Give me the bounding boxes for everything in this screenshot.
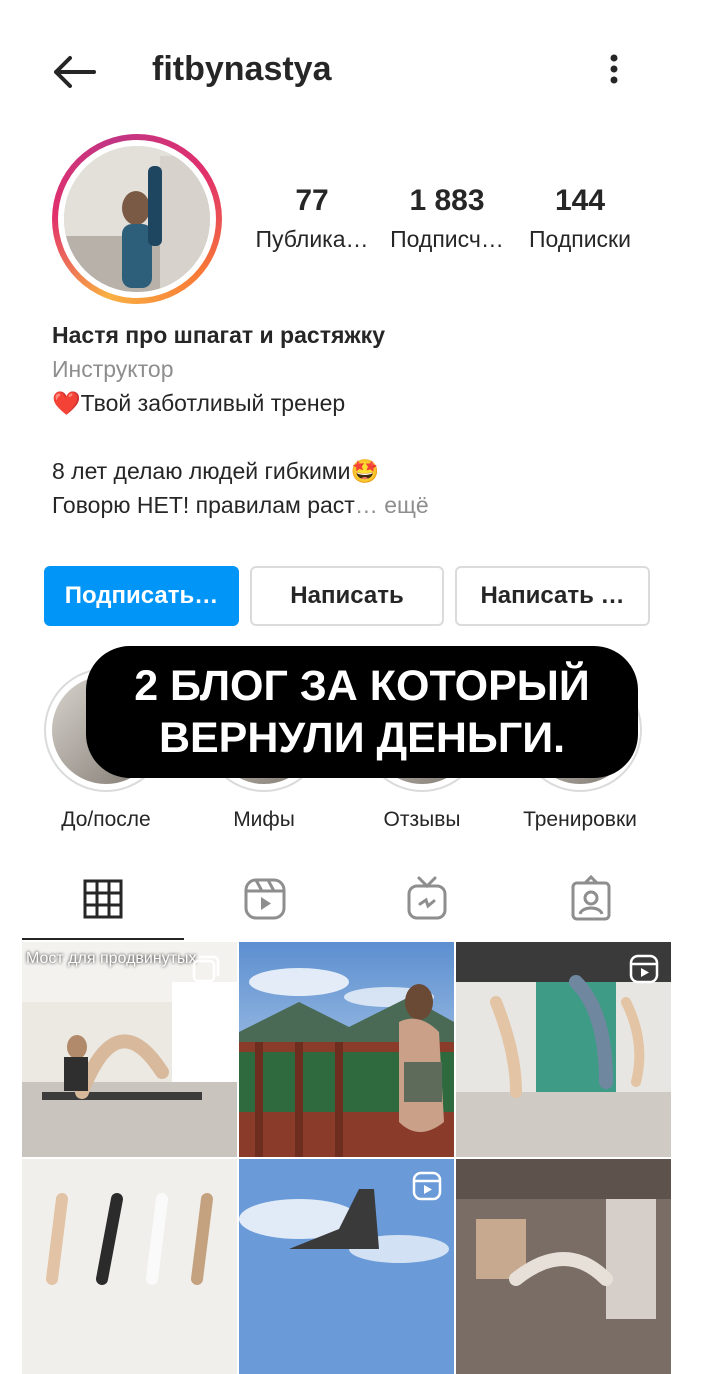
bio-line-text: Говорю НЕТ! правилам раст (52, 492, 355, 518)
stat-posts[interactable]: 77 Публика… (252, 184, 372, 253)
post-tile[interactable] (239, 1159, 454, 1374)
arrow-left-icon (54, 56, 96, 88)
tab-grid[interactable] (78, 874, 128, 924)
tab-reels[interactable] (240, 874, 290, 924)
profile-tabs (22, 862, 672, 942)
highlight-label: Мифы (233, 808, 295, 831)
highlight-label: Тренировки (523, 808, 637, 831)
back-button[interactable] (50, 50, 98, 94)
overlay-caption: 2 БЛОГ ЗА КОТОРЫЙ ВЕРНУЛИ ДЕНЬГИ. (86, 646, 638, 778)
profile-bio: Настя про шпагат и растяжку Инструктор ❤… (52, 318, 672, 522)
active-tab-indicator (22, 938, 184, 940)
stat-following-value: 144 (554, 184, 606, 217)
bio-line: ❤️Твой заботливый тренер (52, 390, 346, 416)
profile-name: Настя про шпагат и растяжку (52, 322, 385, 348)
message-button[interactable]: Написать (250, 566, 444, 626)
stat-posts-label: Публика… (255, 226, 369, 252)
stat-followers[interactable]: 1 883 Подписч… (386, 184, 508, 253)
post-tile[interactable]: Мост для продвинутых (22, 942, 237, 1157)
more-options-button[interactable] (600, 50, 628, 90)
avatar-story-ring[interactable] (52, 134, 222, 304)
reels-icon (629, 954, 659, 984)
profile-username: fitbynastya (152, 50, 332, 88)
highlight-label: Отзывы (383, 808, 461, 831)
post-tile[interactable] (456, 942, 671, 1157)
top-bar: fitbynastya (0, 0, 720, 130)
post-tile[interactable] (22, 1159, 237, 1374)
reels-icon (244, 878, 286, 920)
overlay-line: 2 БЛОГ ЗА КОТОРЫЙ (134, 662, 590, 710)
tab-tagged[interactable] (566, 874, 616, 924)
bio-more-link[interactable]: … ещё (355, 492, 429, 518)
more-vertical-icon (610, 54, 618, 84)
grid-icon (83, 879, 123, 919)
stat-posts-value: 77 (295, 184, 329, 217)
igtv-icon (407, 876, 447, 920)
post-tile[interactable] (456, 1159, 671, 1374)
stat-followers-value: 1 883 (409, 184, 485, 217)
tab-igtv[interactable] (402, 874, 452, 924)
profile-category: Инструктор (52, 356, 174, 382)
stat-followers-label: Подписч… (390, 226, 504, 252)
follow-button[interactable]: Подписать… (44, 566, 239, 626)
carousel-icon (192, 955, 220, 983)
post-tile[interactable] (239, 942, 454, 1157)
tagged-icon (571, 874, 611, 921)
avatar (64, 146, 210, 292)
stat-following[interactable]: 144 Подписки (520, 184, 640, 253)
bio-line-truncated: Говорю НЕТ! правилам раст… ещё (52, 488, 672, 522)
posts-grid: Мост для продвинутых (22, 942, 672, 1374)
message-more-button[interactable]: Написать … (455, 566, 650, 626)
post-title: Мост для продвинутых (26, 950, 197, 967)
reels-icon (412, 1171, 442, 1201)
stat-following-label: Подписки (529, 226, 631, 252)
bio-line: 8 лет делаю людей гибкими🤩 (52, 458, 380, 484)
highlight-label: До/после (61, 808, 151, 831)
overlay-line: ВЕРНУЛИ ДЕНЬГИ. (158, 714, 566, 762)
